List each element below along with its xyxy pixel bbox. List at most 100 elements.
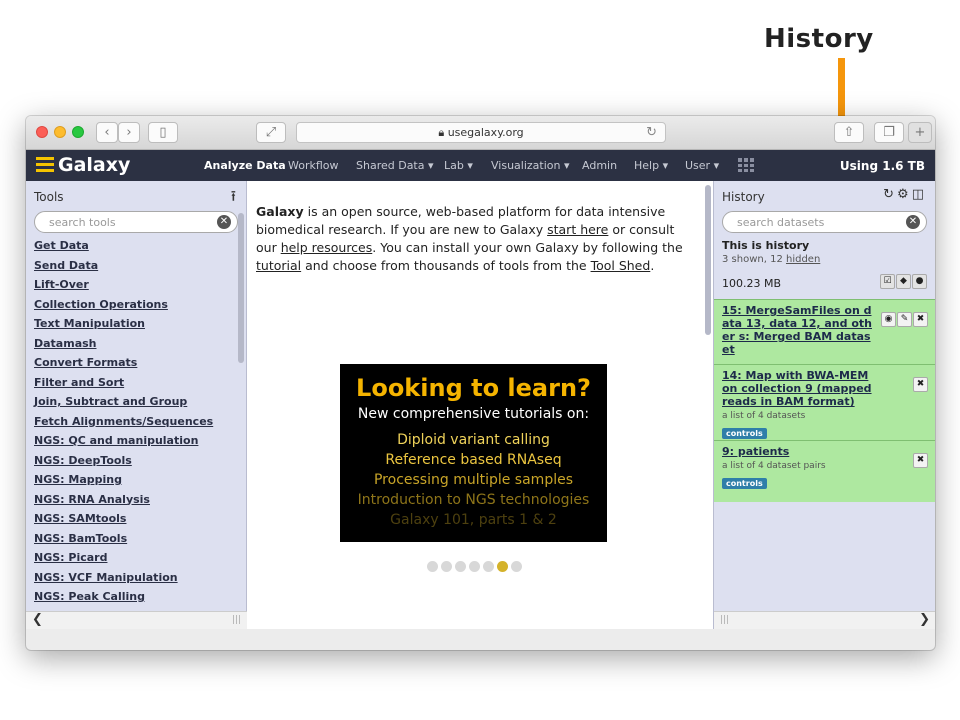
tool-search-input[interactable]: search tools ✕: [34, 211, 238, 233]
tool-section-link[interactable]: Get Data: [26, 239, 246, 259]
clear-search-icon[interactable]: ✕: [217, 215, 231, 229]
tool-section-link[interactable]: NGS: DeepTools: [26, 454, 246, 474]
apps-grid-icon[interactable]: [738, 158, 754, 172]
carousel-dot[interactable]: [427, 561, 438, 572]
delete-icon[interactable]: ✖: [913, 312, 928, 327]
nav-analyze-data[interactable]: Analyze Data: [204, 159, 286, 172]
history-drag-handle-icon[interactable]: |||: [720, 615, 729, 625]
sidebar-toggle-button[interactable]: ▯: [148, 122, 178, 143]
tool-section-link[interactable]: Filter and Sort: [26, 376, 246, 396]
dataset-tag[interactable]: controls: [722, 478, 767, 489]
collapse-right-icon[interactable]: ❯: [919, 612, 930, 627]
select-items-icon[interactable]: ☑: [880, 274, 895, 289]
history-hidden-link[interactable]: hidden: [786, 254, 820, 265]
quota-usage[interactable]: Using 1.6 TB: [840, 159, 925, 173]
tool-section-link[interactable]: Fetch Alignments/Sequences: [26, 415, 246, 435]
carousel-dot[interactable]: [441, 561, 452, 572]
eye-icon[interactable]: ◉: [881, 312, 896, 327]
clear-history-search-icon[interactable]: ✕: [906, 215, 920, 229]
nav-visualization[interactable]: Visualization ▾: [491, 159, 570, 172]
center-panel-scrollbar[interactable]: [705, 185, 711, 335]
fullscreen-button[interactable]: ⤢: [256, 122, 286, 143]
history-name[interactable]: This is history: [714, 239, 935, 252]
carousel-dot[interactable]: [511, 561, 522, 572]
intro-text-5: .: [650, 258, 655, 273]
dataset-title[interactable]: 15: MergeSamFiles on data 13, data 12, a…: [722, 304, 872, 356]
history-dataset-item[interactable]: 14: Map with BWA-MEM on collection 9 (ma…: [714, 364, 935, 440]
promo-tutorial-item: Galaxy 101, parts 1 & 2: [390, 512, 557, 528]
pencil-icon[interactable]: ✎: [897, 312, 912, 327]
tool-section-link[interactable]: NGS: QC and manipulation: [26, 434, 246, 454]
close-window-button[interactable]: [36, 126, 48, 138]
nav-admin[interactable]: Admin: [582, 159, 617, 172]
dataset-actions: ◉ ✎ ✖: [880, 306, 928, 327]
tabs-overview-button[interactable]: ❐: [874, 122, 904, 143]
tool-section-link[interactable]: Join, Subtract and Group: [26, 395, 246, 415]
nav-user[interactable]: User ▾: [685, 159, 719, 172]
columns-icon[interactable]: ◫: [912, 187, 927, 202]
tool-panel-collapse-bar: ❮ |||: [26, 611, 247, 629]
nav-help[interactable]: Help ▾: [634, 159, 668, 172]
dataset-tag[interactable]: controls: [722, 428, 767, 439]
tool-panel-header: Tools ⭱: [26, 181, 246, 211]
tutorial-link[interactable]: tutorial: [256, 258, 301, 273]
tool-section-link[interactable]: Text Manipulation: [26, 317, 246, 337]
start-here-link[interactable]: start here: [547, 222, 608, 237]
tool-section-link[interactable]: Lift-Over: [26, 278, 246, 298]
promo-subtitle: New comprehensive tutorials on:: [357, 406, 590, 422]
dataset-meta: a list of 4 datasets: [722, 411, 806, 421]
refresh-icon[interactable]: ↻: [883, 187, 897, 202]
dataset-title[interactable]: 14: Map with BWA-MEM on collection 9 (ma…: [722, 369, 872, 408]
share-button[interactable]: ⇧: [834, 122, 864, 143]
intro-galaxy-bold: Galaxy: [256, 204, 304, 219]
tool-section-link[interactable]: NGS: Picard: [26, 551, 246, 571]
history-dataset-item[interactable]: 15: MergeSamFiles on data 13, data 12, a…: [714, 299, 935, 364]
tool-section-link[interactable]: NGS: RNA Analysis: [26, 493, 246, 513]
tool-section-link[interactable]: NGS: SAMtools: [26, 512, 246, 532]
promo-tutorial-item: Diploid variant calling: [397, 432, 550, 448]
tool-section-link[interactable]: Convert Formats: [26, 356, 246, 376]
reload-icon[interactable]: ↻: [646, 123, 657, 142]
back-button[interactable]: ‹: [96, 122, 118, 143]
carousel-dot[interactable]: [469, 561, 480, 572]
history-panel-collapse-bar: ||| ❯: [714, 611, 935, 629]
tool-section-link[interactable]: Send Data: [26, 259, 246, 279]
tool-section-link[interactable]: NGS: Mapping: [26, 473, 246, 493]
carousel-dot[interactable]: [483, 561, 494, 572]
minimize-window-button[interactable]: [54, 126, 66, 138]
promo-tutorial-item: Processing multiple samples: [373, 472, 574, 488]
zoom-window-button[interactable]: [72, 126, 84, 138]
delete-icon[interactable]: ✖: [913, 453, 928, 468]
carousel-dot[interactable]: [455, 561, 466, 572]
galaxy-brand[interactable]: Galaxy: [36, 154, 130, 176]
annotation-icon[interactable]: ●: [912, 274, 927, 289]
tool-section-link[interactable]: Datamash: [26, 337, 246, 357]
nav-workflow[interactable]: Workflow: [288, 159, 339, 172]
tool-section-link[interactable]: Collection Operations: [26, 298, 246, 318]
tool-shed-link[interactable]: Tool Shed: [591, 258, 651, 273]
tag-icon[interactable]: ◆: [896, 274, 911, 289]
upload-icon[interactable]: ⭱: [231, 186, 236, 211]
history-counts: 3 shown, 12 hidden: [714, 254, 935, 265]
promo-list: Diploid variant calling Reference based R…: [340, 430, 607, 530]
url-bar[interactable]: 🔒︎ usegalaxy.org ↻: [296, 122, 666, 143]
nav-shared-data[interactable]: Shared Data ▾: [356, 159, 434, 172]
new-tab-button[interactable]: +: [908, 122, 932, 143]
forward-button[interactable]: ›: [118, 122, 140, 143]
galaxy-logo-icon: [36, 157, 54, 172]
history-dataset-item[interactable]: 9: patients a list of 4 dataset pairs cont…: [714, 440, 935, 502]
delete-icon[interactable]: ✖: [913, 377, 928, 392]
history-search-input[interactable]: search datasets ✕: [722, 211, 927, 233]
tool-section-link[interactable]: NGS: VCF Manipulation: [26, 571, 246, 591]
help-resources-link[interactable]: help resources: [281, 240, 373, 255]
carousel-dot[interactable]: [497, 561, 508, 572]
tool-panel-scrollbar[interactable]: [238, 213, 244, 363]
tool-section-link[interactable]: NGS: BamTools: [26, 532, 246, 552]
tutorial-promo-banner[interactable]: Looking to learn? New comprehensive tuto…: [340, 364, 607, 542]
nav-lab[interactable]: Lab ▾: [444, 159, 473, 172]
tool-section-link[interactable]: NGS: Peak Calling: [26, 590, 246, 610]
dataset-title[interactable]: 9: patients: [722, 445, 872, 458]
gear-icon[interactable]: ⚙: [897, 187, 912, 202]
drag-handle-icon[interactable]: |||: [232, 615, 241, 625]
collapse-left-icon[interactable]: ❮: [32, 612, 43, 627]
